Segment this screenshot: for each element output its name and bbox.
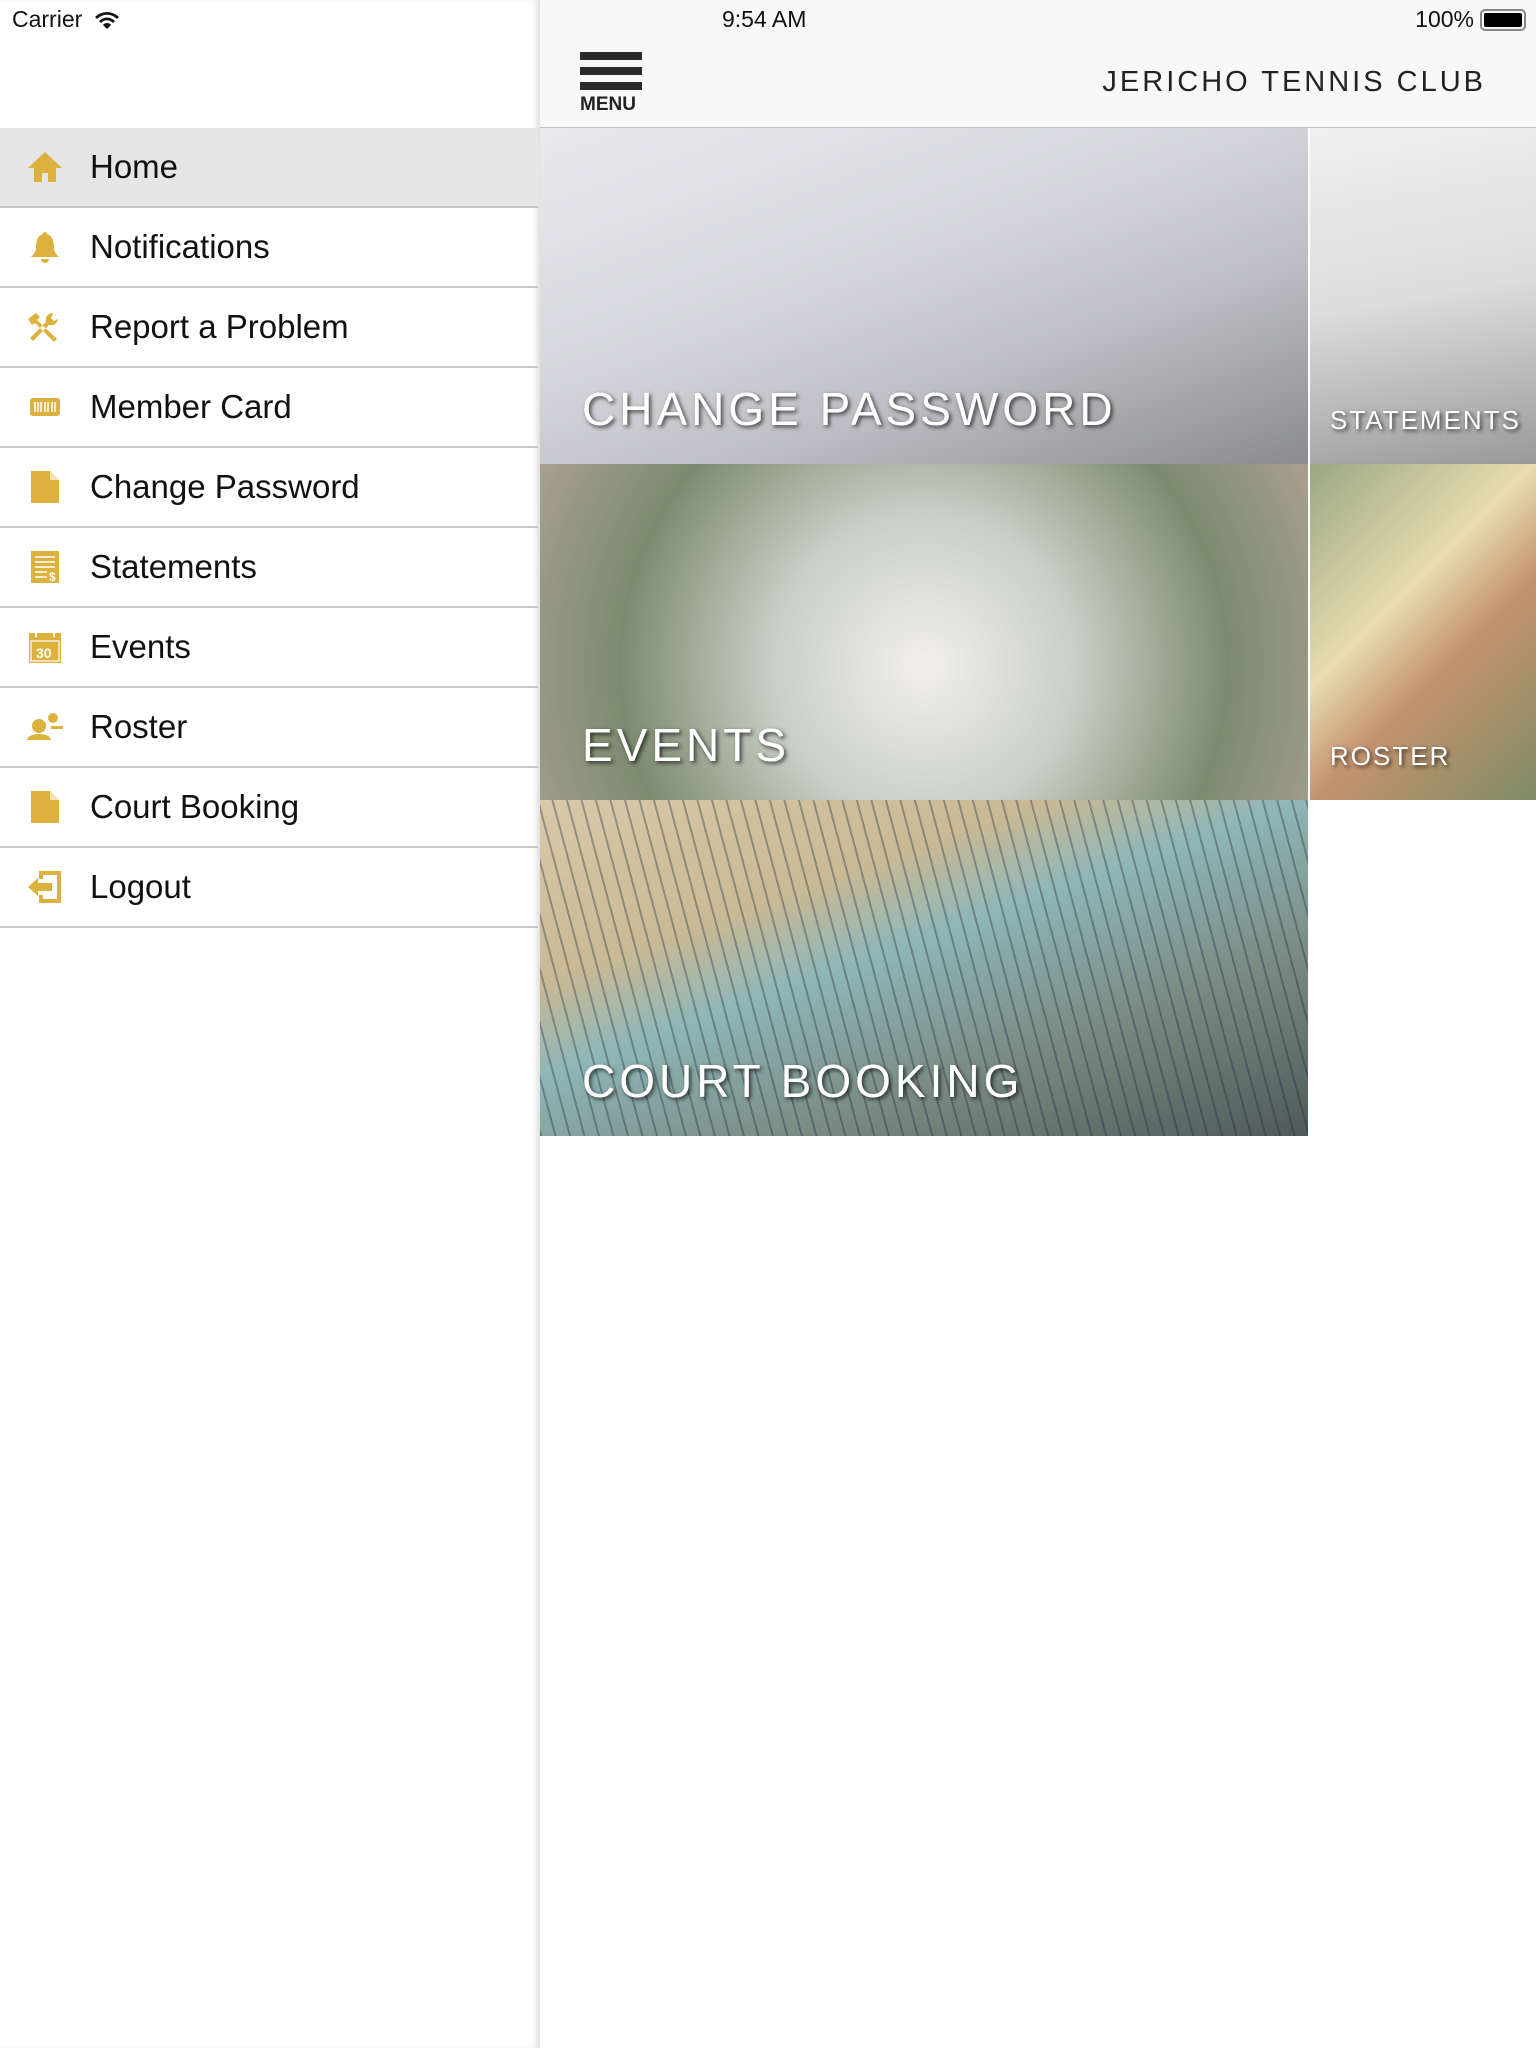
- tools-icon: [0, 311, 90, 343]
- sidebar-item-home[interactable]: Home: [0, 128, 538, 208]
- document-icon: [0, 470, 90, 504]
- battery-icon: [1480, 8, 1526, 31]
- tile-statements[interactable]: STATEMENTS: [1310, 128, 1536, 464]
- sidebar-item-statements[interactable]: $ Statements: [0, 528, 538, 608]
- home-icon: [0, 150, 90, 184]
- top-bar: 9:54 AM 100% MENU JERICHO TENNIS CLUB: [540, 0, 1536, 128]
- sidebar-item-logout[interactable]: Logout: [0, 848, 538, 928]
- menu-button[interactable]: MENU: [580, 52, 642, 116]
- bell-icon: [0, 230, 90, 264]
- statement-icon: $: [0, 550, 90, 584]
- hamburger-icon: [580, 52, 642, 60]
- sidebar-item-events[interactable]: 30 Events: [0, 608, 538, 688]
- tile-events[interactable]: EVENTS: [540, 464, 1308, 800]
- tile-label: STATEMENTS: [1330, 405, 1521, 435]
- tile-label: COURT BOOKING: [582, 1055, 1024, 1107]
- battery-percent: 100%: [1415, 6, 1474, 32]
- sidebar-item-label: Member Card: [90, 388, 292, 425]
- tile-change-password[interactable]: CHANGE PASSWORD: [540, 128, 1308, 464]
- tile-label: CHANGE PASSWORD: [582, 383, 1117, 435]
- svg-text:$: $: [49, 570, 56, 584]
- sidebar-item-label: Report a Problem: [90, 308, 349, 345]
- sidebar-item-label: Logout: [90, 868, 191, 905]
- sidebar-item-court-booking[interactable]: Court Booking: [0, 768, 538, 848]
- sidebar-item-label: Notifications: [90, 228, 270, 265]
- sidebar-item-notifications[interactable]: Notifications: [0, 208, 538, 288]
- main-content: 9:54 AM 100% MENU JERICHO TENNIS CLUB CH…: [540, 0, 1536, 2048]
- calendar-day-text: 30: [36, 645, 52, 661]
- battery-status: 100%: [1415, 6, 1526, 33]
- sidebar-item-label: Court Booking: [90, 788, 300, 825]
- sidebar-menu: Carrier Home Notifications Report a Prob…: [0, 0, 540, 2048]
- tile-roster[interactable]: ROSTER: [1310, 464, 1536, 800]
- carrier-label: Carrier: [12, 6, 83, 32]
- sidebar-item-label: Roster: [90, 708, 188, 745]
- status-bar-left: Carrier: [12, 6, 120, 33]
- tile-label: ROSTER: [1330, 741, 1451, 771]
- wifi-icon: [95, 11, 120, 29]
- sidebar-item-label: Home: [90, 148, 179, 185]
- sidebar-item-change-password[interactable]: Change Password: [0, 448, 538, 528]
- people-icon: [0, 712, 90, 742]
- sidebar-item-report-a-problem[interactable]: Report a Problem: [0, 288, 538, 368]
- calendar-icon: 30: [0, 630, 90, 664]
- logout-icon: [0, 870, 90, 904]
- club-title: JERICHO TENNIS CLUB: [1102, 66, 1486, 98]
- sidebar-item-label: Statements: [90, 548, 257, 585]
- sidebar-item-member-card[interactable]: Member Card: [0, 368, 538, 448]
- status-time: 9:54 AM: [722, 6, 807, 32]
- barcode-card-icon: [0, 397, 90, 417]
- tile-label: EVENTS: [582, 719, 791, 771]
- tile-court-booking[interactable]: COURT BOOKING: [540, 800, 1308, 1136]
- sidebar-item-label: Change Password: [90, 468, 360, 505]
- document-icon: [0, 790, 90, 824]
- sidebar-item-label: Events: [90, 628, 191, 665]
- menu-label: MENU: [580, 94, 636, 115]
- sidebar-item-roster[interactable]: Roster: [0, 688, 538, 768]
